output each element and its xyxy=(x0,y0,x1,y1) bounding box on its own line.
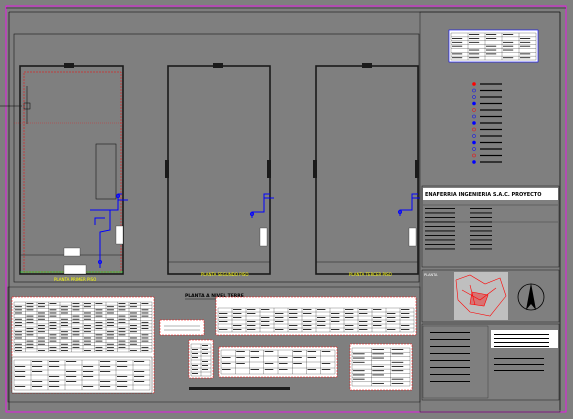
pipe-network-plan-3 xyxy=(398,193,420,216)
cad-drawing: PLANTA PRIMER PISO PLANTA SEGUNDO PISO P… xyxy=(0,5,567,413)
scale-bar xyxy=(189,387,290,390)
plan-1-label: PLANTA PRIMER PISO xyxy=(54,277,96,282)
summary-table xyxy=(218,346,338,378)
north-arrow-icon xyxy=(517,283,545,311)
legend-table-small xyxy=(159,319,205,336)
floor-plan-2 xyxy=(165,63,271,275)
pipe-schedule-table xyxy=(215,296,417,336)
floor-plan-3 xyxy=(313,63,419,275)
fixtures-table xyxy=(188,339,214,379)
plan-3-label: PLANTA TERCER PISO xyxy=(349,272,392,277)
symbol-legend xyxy=(472,82,502,164)
plan-2-label: PLANTA SEGUNDO PISO xyxy=(201,272,248,277)
plans-area xyxy=(13,33,420,283)
logo-label: PLANTA xyxy=(424,273,438,277)
notes-table xyxy=(349,343,413,391)
company-title: ENAFERRIA INGENIERIA S.A.C. PROYECTO xyxy=(425,192,541,198)
crosshair-cursor-icon xyxy=(0,86,31,124)
title-block: ENAFERRIA INGENIERIA S.A.C. PROYECTO PLA… xyxy=(419,11,561,413)
floor-plan-1 xyxy=(14,63,124,275)
